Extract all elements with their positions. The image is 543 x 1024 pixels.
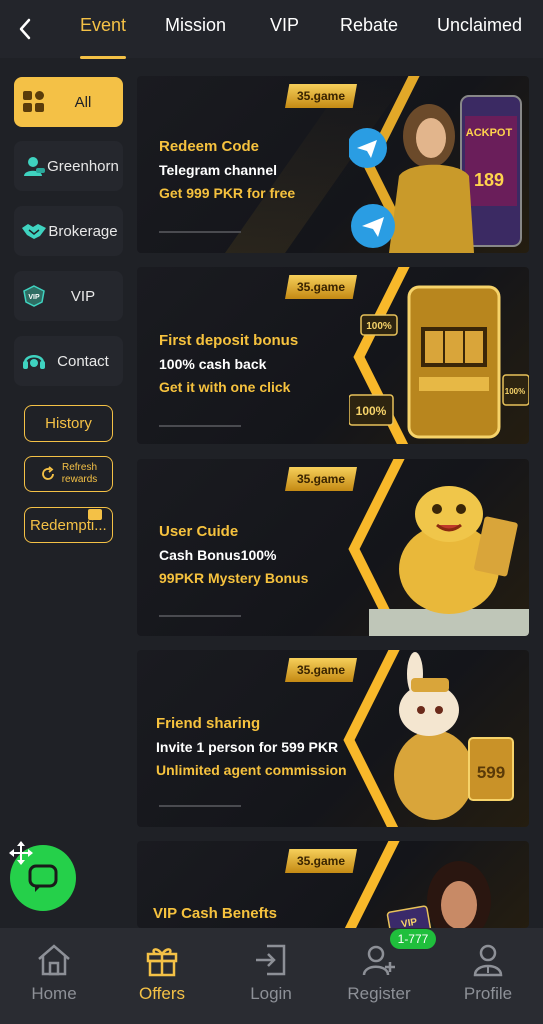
- tab-mission[interactable]: Mission: [165, 15, 226, 59]
- refresh-icon: [41, 466, 54, 480]
- badge-100-right: 100%: [505, 387, 525, 396]
- brand-badge: 35.game: [285, 275, 357, 299]
- banner-subtitle: Invite 1 person for 599 PKR: [156, 739, 339, 755]
- badge-599: 599: [477, 763, 505, 782]
- banner-detail: Get 999 PKR for free: [159, 185, 296, 201]
- woman-vip-illustration: VIP: [386, 861, 491, 928]
- banner-title: Redeem Code: [159, 138, 260, 155]
- brand-badge: 35.game: [285, 467, 357, 491]
- banner-first-deposit[interactable]: 35.game First deposit bonus 100% cash ba…: [137, 267, 529, 444]
- brand-badge: 35.game: [285, 849, 357, 873]
- sidebar-item-label: Greenhorn: [47, 157, 119, 175]
- back-button[interactable]: [12, 14, 38, 44]
- nav-login[interactable]: Login: [217, 928, 325, 1024]
- nav-label: Offers: [139, 984, 185, 1003]
- sidebar-item-label: Brokerage: [48, 222, 118, 240]
- golden-tiger-illustration: [369, 486, 529, 636]
- banner-title: User Cuide: [159, 523, 239, 540]
- coupon-icon: [88, 509, 102, 520]
- refresh-rewards-button[interactable]: Refresh rewards: [24, 456, 113, 492]
- nav-label: Login: [250, 984, 292, 1003]
- nav-label: Register: [347, 984, 411, 1003]
- sidebar-item-label: All: [74, 93, 92, 111]
- divider: [159, 231, 241, 233]
- woman-jackpot-illustration: ACKPOT 189: [349, 95, 522, 253]
- rewards-label: rewards: [61, 474, 98, 485]
- sidebar-item-brokerage[interactable]: Brokerage: [14, 206, 123, 256]
- banner-subtitle: Telegram channel: [159, 162, 278, 178]
- brand-badge: 35.game: [285, 658, 357, 682]
- vip-icon: VIP: [21, 283, 47, 309]
- nav-label: Home: [31, 984, 77, 1003]
- nav-profile[interactable]: Profile: [434, 928, 542, 1024]
- nav-offers[interactable]: Offers: [108, 928, 216, 1024]
- gift-icon: [142, 940, 182, 980]
- top-tab-bar: Event Mission VIP Rebate Unclaimed: [0, 0, 543, 59]
- user-icon: [21, 153, 47, 179]
- bottom-navigation: Home Offers Login Register Profile: [0, 928, 543, 1024]
- banner-vip-cash[interactable]: 35.game VIP Cash Benefts VIP: [137, 841, 529, 928]
- login-icon: [251, 940, 291, 980]
- tab-unclaimed[interactable]: Unclaimed: [437, 15, 522, 59]
- banner-detail: 99PKR Mystery Bonus: [159, 570, 309, 586]
- history-label: History: [45, 415, 92, 432]
- jackpot-number: 189: [474, 170, 504, 190]
- nav-home[interactable]: Home: [0, 928, 108, 1024]
- banner-title: Friend sharing: [156, 715, 261, 732]
- brand-badge: 35.game: [285, 84, 357, 108]
- tab-rebate[interactable]: Rebate: [340, 15, 398, 59]
- offers-screen: Event Mission VIP Rebate Unclaimed All G…: [0, 0, 543, 1024]
- banner-user-guide[interactable]: 35.game User Cuide Cash Bonus100% 99PKR …: [137, 459, 529, 636]
- golden-rabbit-illustration: 599: [394, 652, 514, 820]
- register-bonus-badge: 1-777: [390, 929, 436, 949]
- banner-subtitle: 100% cash back: [159, 356, 267, 372]
- chevron-left-icon: [19, 18, 31, 40]
- banner-redeem-code[interactable]: 35.game Redeem Code Telegram channel Get…: [137, 76, 529, 253]
- nav-label: Profile: [463, 984, 513, 1003]
- sidebar-item-label: Contact: [57, 352, 109, 370]
- banner-detail: Unlimited agent commission: [156, 762, 347, 778]
- jackpot-text: ACKPOT: [466, 127, 513, 139]
- chat-icon: [28, 864, 58, 892]
- headset-icon: [21, 348, 47, 374]
- svg-text:VIP: VIP: [28, 294, 40, 301]
- vip-card-text: VIP: [400, 917, 418, 928]
- badge-100-top: 100%: [366, 321, 392, 332]
- grid-icon: [21, 89, 47, 115]
- tab-event[interactable]: Event: [80, 15, 127, 59]
- sidebar-item-greenhorn[interactable]: Greenhorn: [14, 141, 123, 191]
- tab-vip[interactable]: VIP: [270, 15, 299, 59]
- profile-icon: [468, 940, 508, 980]
- refresh-rewards-text: Refresh rewards: [62, 462, 98, 486]
- sidebar-item-all[interactable]: All: [14, 77, 123, 127]
- sidebar-item-contact[interactable]: Contact: [14, 336, 123, 386]
- divider: [159, 425, 241, 427]
- home-icon: [34, 940, 74, 980]
- banner-subtitle: Cash Bonus100%: [159, 547, 277, 563]
- sidebar-item-label: VIP: [70, 287, 96, 305]
- banner-detail: Get it with one click: [159, 379, 291, 395]
- badge-100-left: 100%: [356, 404, 387, 418]
- banner-friend-sharing[interactable]: 35.game Friend sharing Invite 1 person f…: [137, 650, 529, 827]
- divider: [159, 615, 241, 617]
- banner-title: VIP Cash Benefts: [153, 905, 277, 922]
- sidebar-item-vip[interactable]: VIP VIP: [14, 271, 123, 321]
- history-button[interactable]: History: [24, 405, 113, 442]
- banner-title: First deposit bonus: [159, 332, 299, 349]
- drag-move-icon[interactable]: [8, 840, 34, 866]
- slot-machine-illustration: 100% 100% 100%: [349, 285, 529, 439]
- divider: [159, 805, 241, 807]
- handshake-icon: [21, 218, 47, 244]
- refresh-label: Refresh: [61, 462, 97, 473]
